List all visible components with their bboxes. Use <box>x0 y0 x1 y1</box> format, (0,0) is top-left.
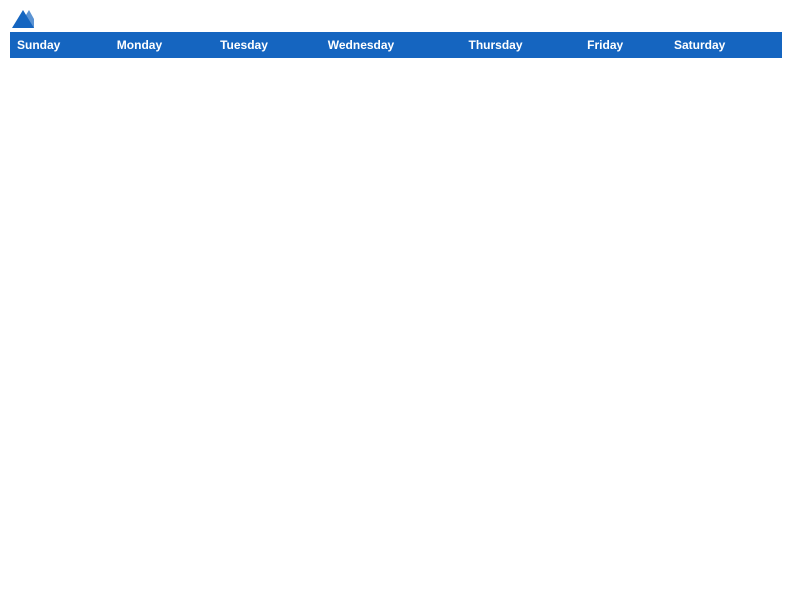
col-sunday: Sunday <box>11 33 111 58</box>
col-thursday: Thursday <box>462 33 581 58</box>
calendar-table: Sunday Monday Tuesday Wednesday Thursday… <box>10 32 782 58</box>
header <box>10 10 782 24</box>
page: Sunday Monday Tuesday Wednesday Thursday… <box>0 0 792 612</box>
col-friday: Friday <box>581 33 668 58</box>
col-monday: Monday <box>110 33 213 58</box>
col-wednesday: Wednesday <box>321 33 462 58</box>
logo-icon <box>12 10 34 28</box>
col-tuesday: Tuesday <box>214 33 322 58</box>
col-saturday: Saturday <box>667 33 781 58</box>
logo <box>10 10 34 24</box>
calendar-header-row: Sunday Monday Tuesday Wednesday Thursday… <box>11 33 782 58</box>
